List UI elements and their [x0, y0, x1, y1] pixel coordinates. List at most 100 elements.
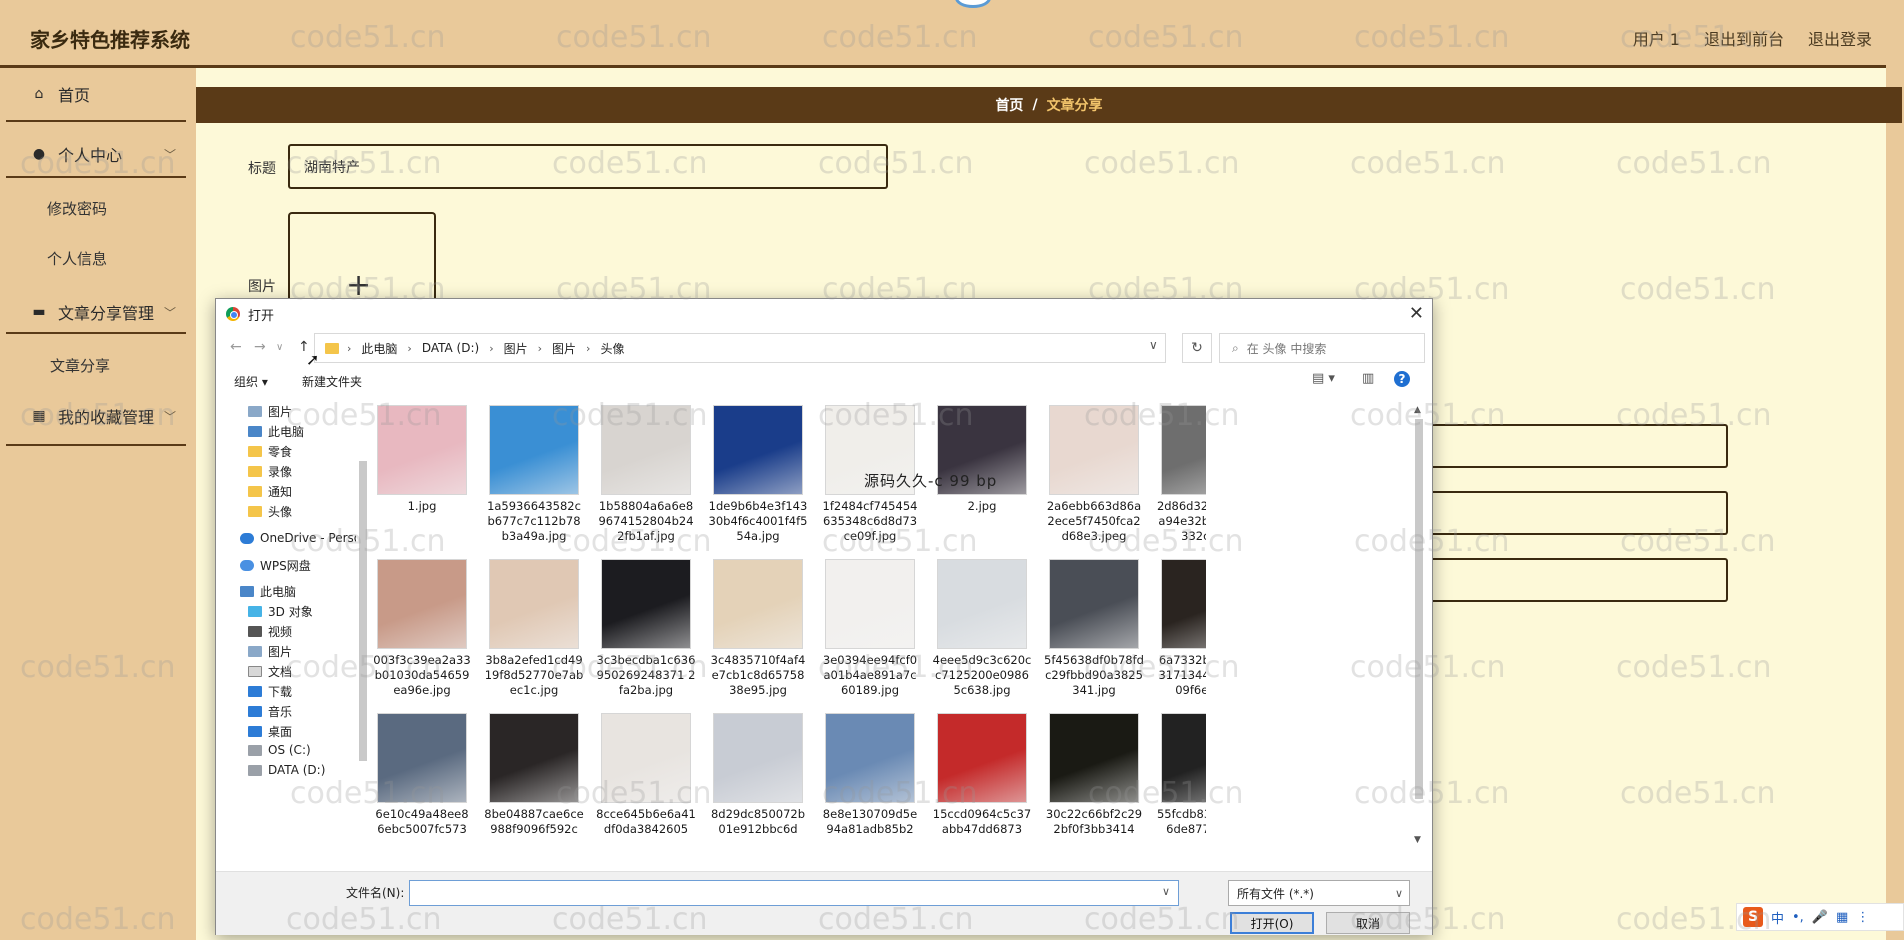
sidebar-item-article-share[interactable]: 文章分享	[50, 355, 110, 376]
nav-item[interactable]: 录像	[248, 463, 292, 480]
microphone-icon[interactable]: 🎤	[1812, 910, 1828, 925]
ime-punctuation-icon[interactable]: •,	[1792, 910, 1804, 925]
scroll-up-icon[interactable]: ▲	[1414, 405, 1421, 415]
file-item[interactable]: 2d86d32517c0fba94e32bef4f300332c.jpg	[1150, 405, 1206, 544]
nav-item[interactable]: OS (C:)	[248, 743, 311, 757]
file-item[interactable]: 8e8e130709d5e94a81adb85b2	[814, 713, 926, 837]
nav-item[interactable]: 视频	[248, 623, 292, 640]
sidebar-item-article-mgmt[interactable]: ▬ 文章分享管理 ﹀	[6, 300, 186, 324]
nav-item[interactable]: 图片	[248, 403, 292, 420]
nav-item[interactable]: 文档	[248, 663, 292, 680]
nav-item-label: 下载	[268, 685, 293, 699]
nav-item[interactable]: DATA (D:)	[248, 763, 325, 777]
dialog-toolbar: 组织 ▾ 新建文件夹 ▤ ▾ ▥ ?	[216, 369, 1432, 393]
form-field[interactable]	[1430, 491, 1728, 535]
nav-item[interactable]: 下载	[248, 683, 292, 700]
path-segment[interactable]: DATA (D:)	[422, 341, 479, 355]
breadcrumb-home[interactable]: 首页	[995, 95, 1023, 115]
file-item[interactable]: 3c4835710f4af4e7cb1c8d6575838e95.jpg	[702, 559, 814, 698]
open-button[interactable]: 打开(O)	[1230, 912, 1314, 934]
file-item[interactable]: 30c22c66bf2c292bf0f3bb3414	[1038, 713, 1150, 837]
file-item[interactable]: 4eee5d9c3c620cc7125200e09865c638.jpg	[926, 559, 1038, 698]
nav-item[interactable]: 桌面	[248, 723, 292, 740]
scroll-down-icon[interactable]: ▼	[1414, 835, 1421, 845]
3d-objects-icon	[248, 606, 262, 617]
file-item[interactable]: 1a5936643582cb677c7c112b78b3a49a.jpg	[478, 405, 590, 544]
new-folder-button[interactable]: 新建文件夹	[302, 373, 362, 390]
filename-input[interactable]	[409, 880, 1179, 906]
ime-toolbar[interactable]: S 中 •, 🎤 ▦ ⋮	[1736, 903, 1904, 931]
nav-item[interactable]: 图片	[248, 643, 292, 660]
file-grid: 1.jpg 1a5936643582cb677c7c112b78b3a49a.jp…	[366, 405, 1206, 869]
sidebar-item-home[interactable]: ⌂ 首页	[6, 82, 186, 106]
help-icon[interactable]: ?	[1394, 371, 1410, 387]
file-item[interactable]: 2a6ebb663d86a2ece5f7450fca2d68e3.jpeg	[1038, 405, 1150, 544]
file-item[interactable]: 2.jpg	[926, 405, 1038, 514]
form-field[interactable]	[1430, 424, 1728, 468]
address-bar[interactable]: › 此电脑 › DATA (D:) › 图片 › 图片 › 头像	[314, 333, 1166, 363]
cancel-button[interactable]: 取消	[1326, 912, 1410, 934]
keyboard-icon[interactable]: ▦	[1836, 910, 1848, 925]
recent-dropdown-icon[interactable]: ∨	[276, 342, 283, 353]
file-item[interactable]: 3b8a2efed1cd4919f8d52770e7abec1c.jpg	[478, 559, 590, 698]
form-field[interactable]	[1430, 558, 1728, 602]
file-item[interactable]: 1de9b6b4e3f14330b4f6c4001f4f554a.jpg	[702, 405, 814, 544]
view-mode-icon[interactable]: ▤ ▾	[1312, 371, 1335, 386]
back-to-front-link[interactable]: 退出到前台	[1704, 26, 1784, 50]
path-segment[interactable]: 图片	[552, 340, 576, 357]
file-item[interactable]: 3c3becdba1c636950269248371 2fa2ba.jpg	[590, 559, 702, 698]
path-separator-icon: ›	[347, 341, 352, 355]
path-segment[interactable]: 此电脑	[361, 340, 397, 357]
file-item[interactable]: 15ccd0964c5c37abb47dd6873	[926, 713, 1038, 837]
nav-item[interactable]: 通知	[248, 483, 292, 500]
path-segment[interactable]: 图片	[504, 340, 528, 357]
sidebar-item-personal-info[interactable]: 个人信息	[47, 248, 107, 269]
right-edge-strip	[1886, 0, 1904, 940]
organize-button[interactable]: 组织 ▾	[234, 373, 268, 390]
preview-pane-icon[interactable]: ▥	[1362, 371, 1374, 386]
file-item[interactable]: 55fcdb8376bb916de877b2e7e	[1150, 713, 1206, 837]
watermark-text: code51.cn	[1620, 272, 1776, 307]
user-link[interactable]: 用户 1	[1633, 26, 1680, 50]
path-segment[interactable]: 头像	[600, 340, 624, 357]
nav-item[interactable]: 3D 对象	[248, 603, 313, 620]
file-item[interactable]: 1.jpg	[366, 405, 478, 514]
address-dropdown-icon[interactable]: ∨	[1149, 338, 1158, 352]
file-item[interactable]: 8cce645b6e6a41df0da3842605	[590, 713, 702, 837]
file-item[interactable]: 6e10c49a48ee86ebc5007fc573	[366, 713, 478, 837]
file-scrollbar[interactable]: ▲ ▼	[1414, 405, 1424, 845]
nav-item[interactable]: 头像	[248, 503, 292, 520]
sidebar-item-change-password[interactable]: 修改密码	[47, 198, 107, 219]
filename-dropdown-icon[interactable]: ∨	[1162, 885, 1170, 898]
ime-chinese-mode[interactable]: 中	[1771, 908, 1784, 927]
scrollbar-thumb[interactable]	[1415, 419, 1423, 799]
search-input[interactable]: ⌕ 在 头像 中搜索	[1219, 333, 1425, 363]
file-item[interactable]: 6a7332bd3a4e631713447d9d9909f6ea.jpg	[1150, 559, 1206, 698]
nav-item[interactable]: 此电脑	[248, 423, 304, 440]
back-arrow-icon[interactable]: ←	[230, 339, 242, 355]
nav-item[interactable]: 音乐	[248, 703, 292, 720]
close-icon[interactable]: ✕	[1409, 303, 1424, 324]
ime-menu-icon[interactable]: ⋮	[1856, 910, 1869, 925]
user-icon: ●	[32, 146, 46, 162]
sidebar-item-personal-center[interactable]: ● 个人中心 ﹀	[6, 142, 186, 166]
title-input[interactable]: 湖南特产	[288, 144, 888, 189]
breadcrumb-current: 文章分享	[1046, 98, 1103, 114]
nav-item[interactable]: WPS网盘	[240, 557, 311, 574]
sidebar-item-favorites-mgmt[interactable]: ▦ 我的收藏管理 ﹀	[6, 404, 186, 428]
file-item[interactable]: 003f3c39ea2a33b01030da54659ea96e.jpg	[366, 559, 478, 698]
file-item[interactable]: 8d29dc850072b01e912bbc6d	[702, 713, 814, 837]
file-item[interactable]: 8be04887cae6ce988f9096f592c	[478, 713, 590, 837]
file-thumbnail	[377, 713, 467, 803]
file-item[interactable]: 5f45638df0b78fdc29fbbd90a3825341.jpg	[1038, 559, 1150, 698]
nav-item[interactable]: OneDrive - Perso	[240, 531, 356, 545]
file-item[interactable]: 3e0394ee94fcf0a01b4ae891a7c60189.jpg	[814, 559, 926, 698]
nav-item[interactable]: 零食	[248, 443, 292, 460]
forward-arrow-icon[interactable]: →	[254, 339, 266, 355]
file-name: 2a6ebb663d86a2ece5f7450fca2d68e3.jpeg	[1046, 499, 1142, 543]
refresh-icon[interactable]: ↻	[1182, 333, 1212, 363]
filetype-select[interactable]: 所有文件 (*.*) ∨	[1228, 880, 1410, 906]
logout-link[interactable]: 退出登录	[1808, 26, 1872, 50]
file-item[interactable]: 1b58804a6a6e89674152804b242fb1af.jpg	[590, 405, 702, 544]
nav-item[interactable]: 此电脑	[240, 583, 296, 600]
